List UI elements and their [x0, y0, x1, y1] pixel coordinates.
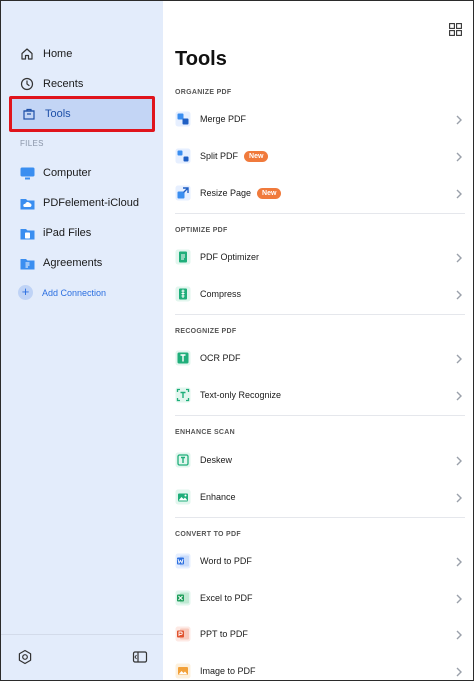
grid-view-icon[interactable] [449, 23, 462, 36]
enhance-icon [175, 489, 191, 505]
tool-label: Excel to PDF [200, 593, 253, 603]
pdf-optimizer-icon [175, 249, 191, 265]
new-badge: New [244, 150, 269, 162]
tool-label: Text-only Recognize [200, 390, 282, 400]
chevron-right-icon [455, 187, 463, 199]
deskew-icon [175, 452, 191, 468]
tool-word-to-pdf[interactable]: Word to PDF [175, 546, 465, 576]
main-panel: Tools ORGANIZE PDF Merge PDF Split PDF N… [163, 1, 473, 680]
ocr-pdf-icon [175, 350, 191, 366]
divider [175, 213, 465, 214]
chevron-right-icon [455, 288, 463, 300]
chevron-right-icon [455, 592, 463, 604]
tool-label: Enhance [200, 492, 236, 502]
chevron-right-icon [455, 491, 463, 503]
toolbox-icon [22, 107, 36, 121]
powerpoint-icon [175, 626, 191, 642]
tool-compress[interactable]: Compress [175, 279, 465, 309]
plus-icon: + [18, 285, 33, 300]
page-title: Tools [175, 48, 227, 70]
cloud-folder-icon [20, 197, 35, 210]
chevron-right-icon [455, 555, 463, 567]
excel-icon [175, 590, 191, 606]
sidebar-item-label: PDFelement-iCloud [43, 197, 139, 209]
clock-icon [20, 77, 34, 91]
sidebar-item-recents[interactable]: Recents [11, 69, 151, 99]
tool-excel-to-pdf[interactable]: Excel to PDF [175, 583, 465, 613]
sidebar-item-home[interactable]: Home [11, 39, 151, 69]
group-label-optimize: OPTIMIZE PDF [175, 227, 228, 234]
sidebar-item-label: Tools [45, 108, 71, 120]
group-label-convert: CONVERT TO PDF [175, 531, 241, 538]
folder-icon [20, 227, 35, 240]
sidebar-item-label: Computer [43, 167, 92, 179]
settings-icon[interactable] [17, 649, 33, 665]
tool-resize-page[interactable]: Resize Page New [175, 178, 465, 208]
tool-label: Word to PDF [200, 556, 252, 566]
tool-ppt-to-pdf[interactable]: PPT to PDF [175, 619, 465, 649]
sidebar-toggle-icon[interactable] [132, 649, 148, 665]
sidebar-item-computer[interactable]: Computer [20, 162, 91, 184]
group-label-enhance: ENHANCE SCAN [175, 429, 235, 436]
chevron-right-icon [455, 454, 463, 466]
tool-label: PDF Optimizer [200, 252, 260, 262]
tool-ocr-pdf[interactable]: OCR PDF [175, 343, 465, 373]
tool-image-to-pdf[interactable]: Image to PDF [175, 656, 465, 680]
text-recognize-icon [175, 387, 191, 403]
sidebar: Home Recents Tools FILES Computer PDFele… [1, 1, 163, 680]
add-connection-button[interactable]: + Add Connection [18, 285, 106, 300]
sidebar-item-label: Recents [43, 78, 84, 90]
image-icon [175, 663, 191, 679]
tool-label: Resize Page [200, 188, 252, 198]
tool-label: PPT to PDF [200, 629, 248, 639]
tool-split-pdf[interactable]: Split PDF New [175, 141, 465, 171]
tool-text-only-recognize[interactable]: Text-only Recognize [175, 380, 465, 410]
tool-label: OCR PDF [200, 353, 241, 363]
group-label-organize: ORGANIZE PDF [175, 89, 232, 96]
chevron-right-icon [455, 251, 463, 263]
tool-label: Merge PDF [200, 114, 247, 124]
sidebar-item-label: Home [43, 48, 73, 60]
chevron-right-icon [455, 352, 463, 364]
monitor-icon [20, 167, 35, 180]
tool-label: Deskew [200, 455, 233, 465]
new-badge: New [257, 187, 282, 199]
sidebar-footer [1, 634, 163, 680]
chevron-right-icon [455, 389, 463, 401]
chevron-right-icon [455, 665, 463, 677]
chevron-right-icon [455, 113, 463, 125]
divider [175, 517, 465, 518]
divider [175, 314, 465, 315]
tool-enhance[interactable]: Enhance [175, 482, 465, 512]
word-icon [175, 553, 191, 569]
tool-deskew[interactable]: Deskew [175, 445, 465, 475]
sidebar-item-label: iPad Files [43, 227, 92, 239]
merge-pdf-icon [175, 111, 191, 127]
tool-pdf-optimizer[interactable]: PDF Optimizer [175, 242, 465, 272]
tool-merge-pdf[interactable]: Merge PDF [175, 104, 465, 134]
compress-icon [175, 286, 191, 302]
app-window: Home Recents Tools FILES Computer PDFele… [0, 0, 474, 681]
resize-page-icon [175, 185, 191, 201]
tool-label: Compress [200, 289, 242, 299]
split-pdf-icon [175, 148, 191, 164]
add-connection-label: Add Connection [42, 287, 107, 298]
sidebar-item-tools[interactable]: Tools [9, 96, 155, 132]
tool-label: Split PDF [200, 151, 239, 161]
sidebar-item-label: Agreements [43, 257, 103, 269]
sidebar-item-pdfelement-icloud[interactable]: PDFelement-iCloud [20, 192, 139, 214]
folder-icon [20, 257, 35, 270]
home-icon [20, 47, 34, 61]
sidebar-item-agreements[interactable]: Agreements [20, 252, 102, 274]
chevron-right-icon [455, 628, 463, 640]
tool-label: Image to PDF [200, 666, 256, 676]
group-label-recognize: RECOGNIZE PDF [175, 328, 237, 335]
files-section-label: FILES [20, 139, 44, 148]
divider [175, 415, 465, 416]
chevron-right-icon [455, 150, 463, 162]
sidebar-item-ipad-files[interactable]: iPad Files [20, 222, 91, 244]
